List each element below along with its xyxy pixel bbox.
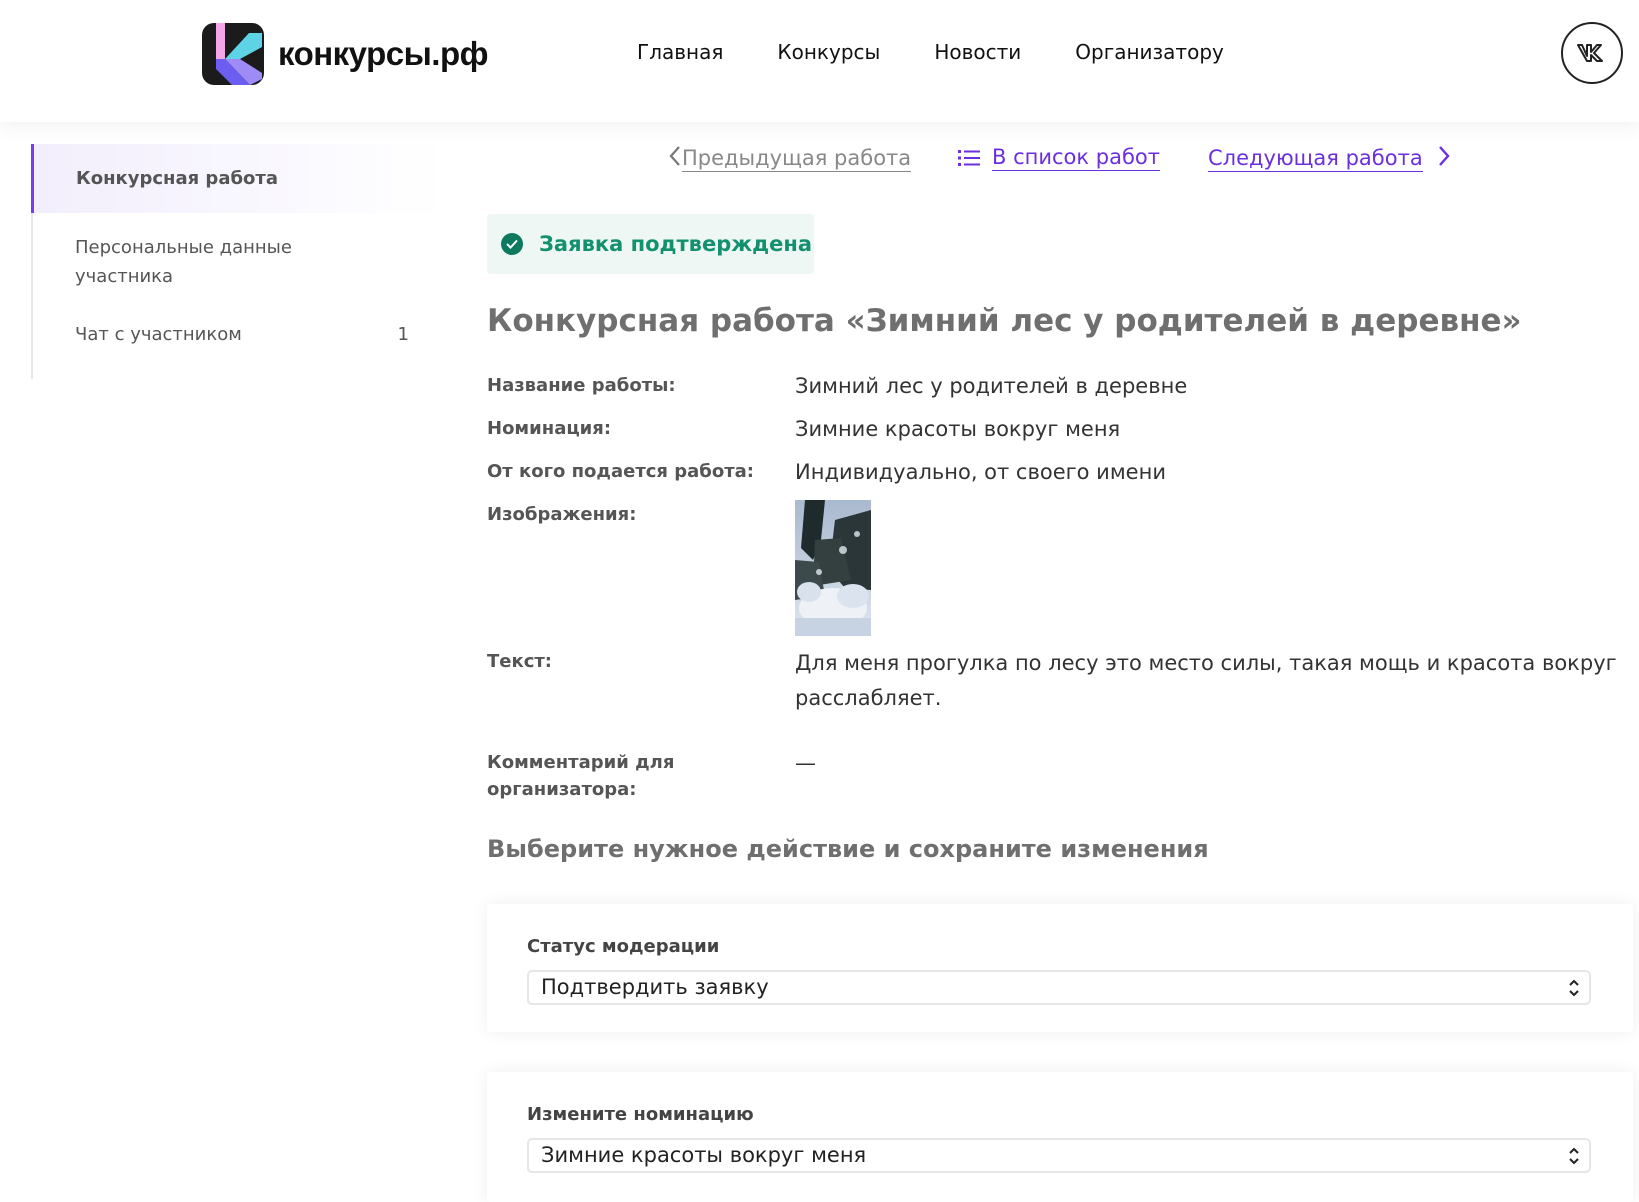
sidebar-item-chat[interactable]: Чат с участником 1 [33,313,445,379]
main-nav: Главная Конкурсы Новости Организатору [637,40,1224,64]
actions-title: Выберите нужное действие и сохраните изм… [487,835,1209,863]
vk-button[interactable] [1561,22,1623,84]
status-badge: Заявка подтверждена [487,214,814,274]
nomination-select-value: Зимние красоты вокруг меня [541,1143,867,1167]
sidebar-item-label: Чат с участником [75,324,242,345]
next-work-link[interactable]: Следующая работа [1208,145,1451,173]
vk-icon [1577,44,1603,62]
to-list-label: В список работ [992,145,1160,171]
chevron-left-icon [668,145,682,173]
check-circle-icon [501,233,523,255]
comment-label-line-1: Комментарий для [487,752,675,773]
status-label: Заявка подтверждена [539,232,813,256]
nomination-label: Номинация: [487,418,612,439]
images-label: Изображения: [487,504,637,525]
comment-value: — [795,751,816,775]
text-value-line-1: Для меня прогулка по лесу это место силы… [795,651,1617,675]
sidebar-item-label: Персональные данные участника [75,237,292,287]
logo-text: конкурсы.рф [278,35,489,72]
work-name-value: Зимний лес у родителей в деревне [795,374,1188,398]
text-label: Текст: [487,651,553,672]
change-nomination-label: Измените номинацию [527,1104,754,1125]
moderation-card: Статус модерации Подтвердить заявку [487,904,1633,1032]
prev-work-label: Предыдущая работа [682,146,912,172]
submitter-value: Индивидуально, от своего имени [795,460,1166,484]
logo-icon [202,23,264,85]
prev-work-link[interactable]: Предыдущая работа [668,145,912,173]
nomination-value: Зимние красоты вокруг меня [795,417,1121,441]
to-list-link[interactable]: В список работ [958,145,1160,171]
list-icon [958,149,980,167]
submitter-label: От кого подается работа: [487,461,754,482]
sidebar-item-contest-work[interactable]: Конкурсная работа [31,144,445,213]
next-work-label: Следующая работа [1208,146,1423,172]
unread-count-badge: 1 [397,324,409,345]
sidebar-item-label: Конкурсная работа [76,168,278,189]
moderation-status-select[interactable]: Подтвердить заявку [527,970,1591,1005]
comment-label-line-2: организатора: [487,779,637,800]
nav-news[interactable]: Новости [934,40,1021,64]
text-value-line-2: расслабляет. [795,686,942,710]
sidebar: Конкурсная работа Персональные данные уч… [31,144,445,379]
site-header: конкурсы.рф Главная Конкурсы Новости Орг… [0,0,1639,122]
moderation-status-value: Подтвердить заявку [541,975,769,999]
select-arrows-icon [1569,1147,1579,1165]
nomination-select[interactable]: Зимние красоты вокруг меня [527,1138,1591,1173]
nav-organizer[interactable]: Организатору [1075,40,1224,64]
work-image-thumbnail[interactable] [795,500,871,636]
select-arrows-icon [1569,979,1579,997]
sidebar-item-personal-data[interactable]: Персональные данные участника [33,213,445,313]
nav-home[interactable]: Главная [637,40,723,64]
moderation-status-label: Статус модерации [527,936,720,957]
site-logo[interactable]: конкурсы.рф [202,23,489,85]
page-title: Конкурсная работа «Зимний лес у родителе… [487,303,1522,339]
chevron-right-icon [1437,145,1451,173]
work-name-label: Название работы: [487,375,676,396]
nav-contests[interactable]: Конкурсы [777,40,880,64]
nomination-card: Измените номинацию Зимние красоты вокруг… [487,1072,1633,1202]
